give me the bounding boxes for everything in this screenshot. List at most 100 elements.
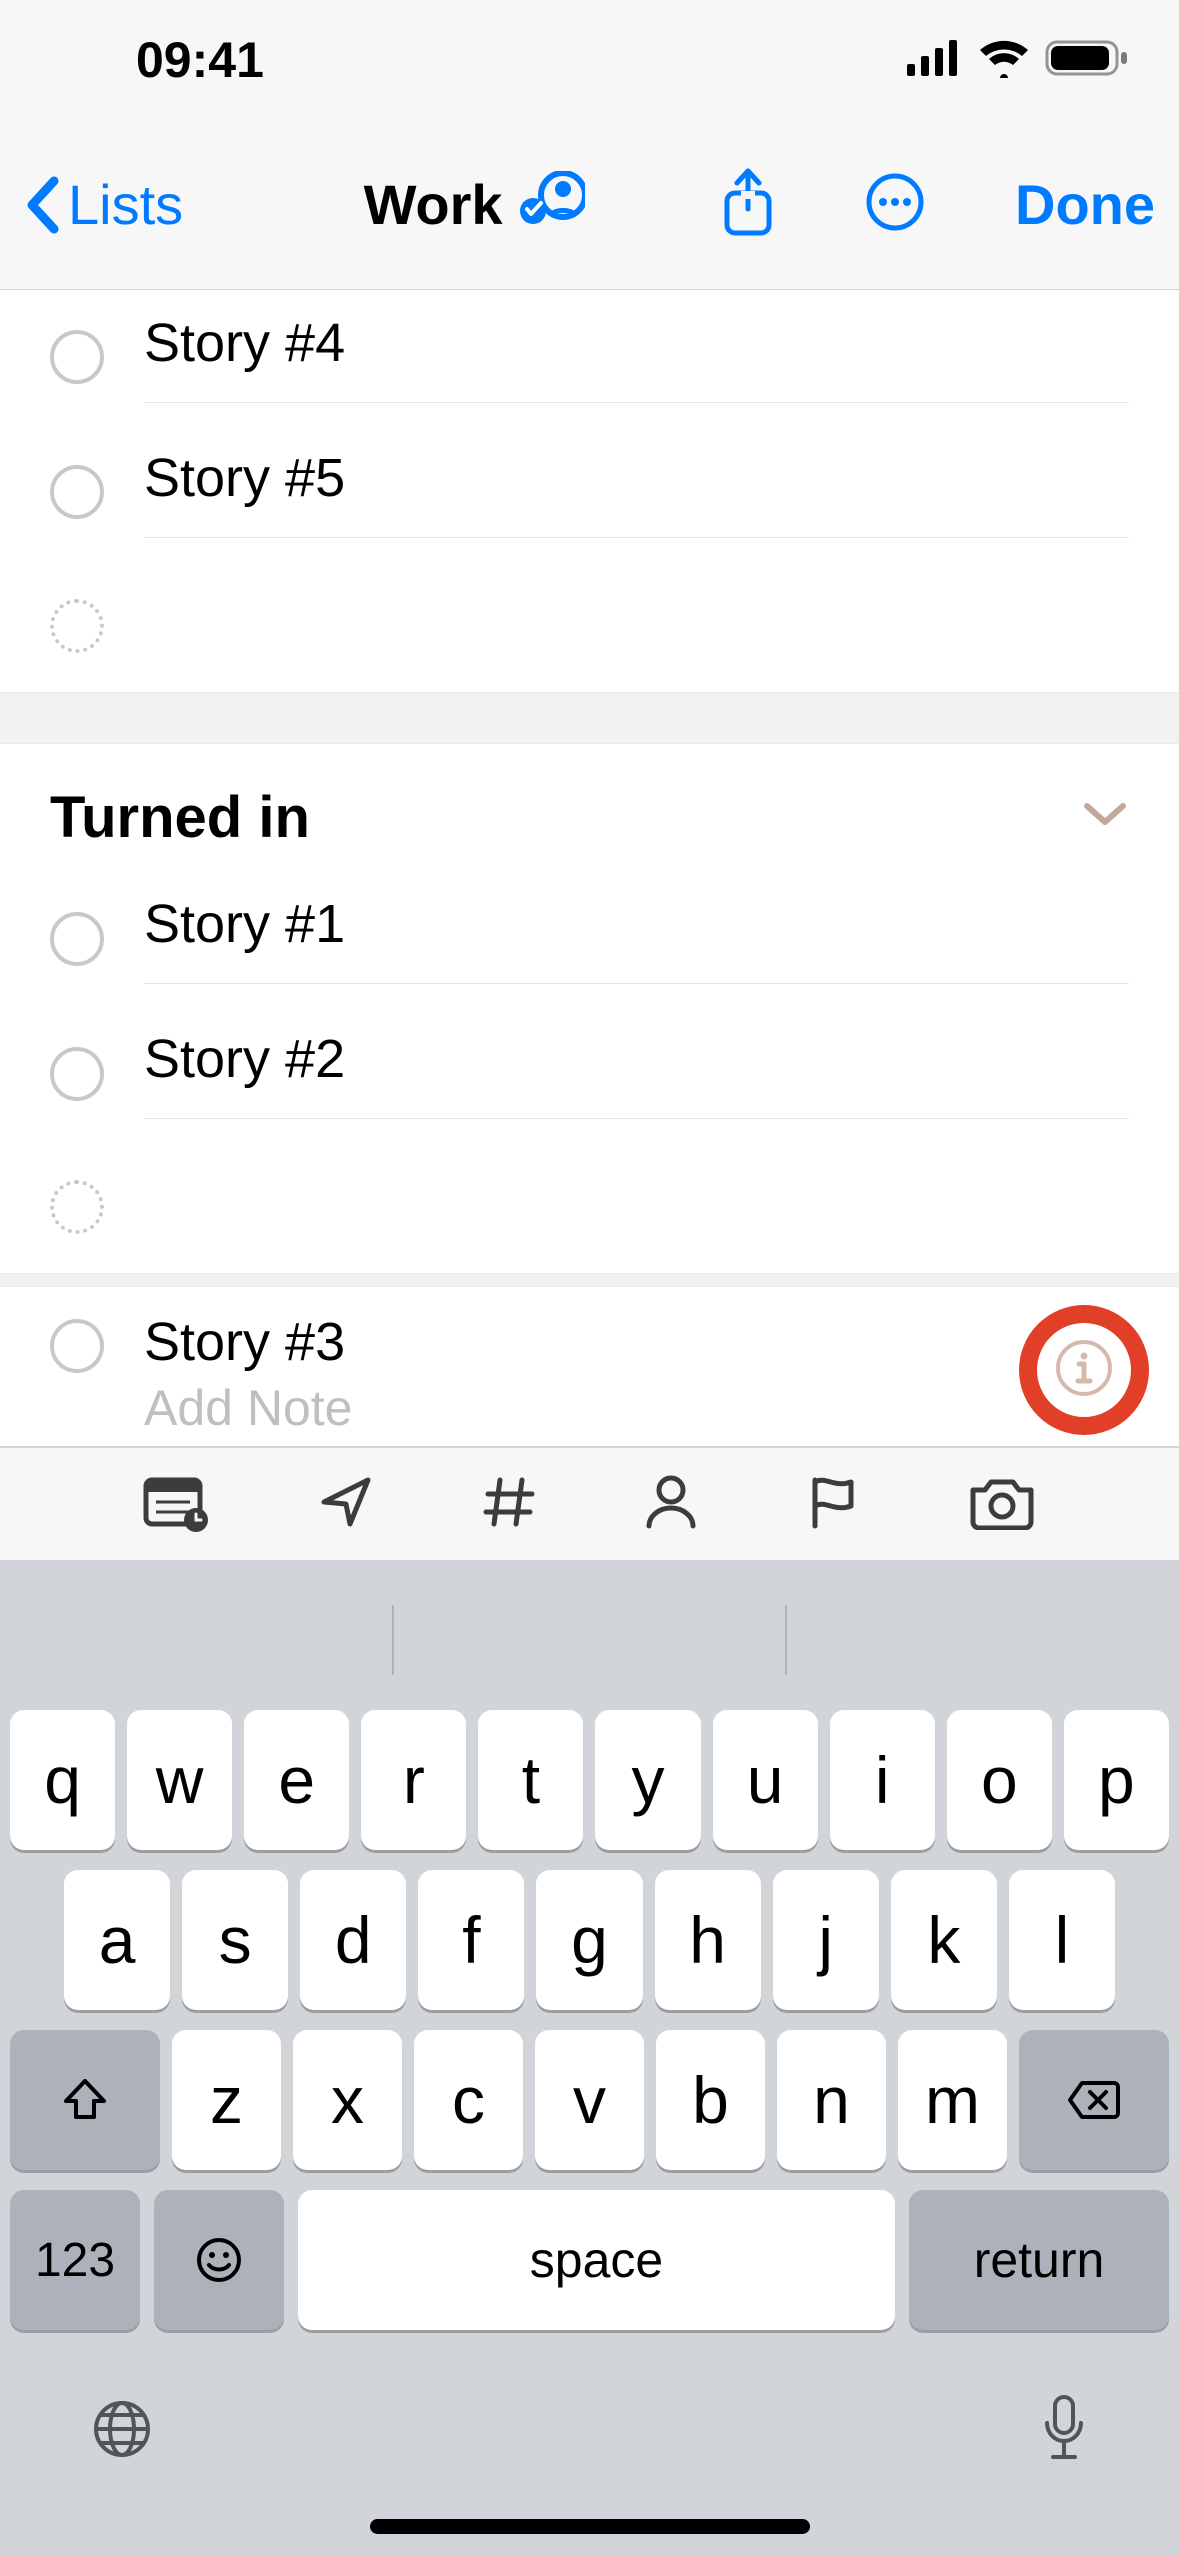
reminder-row-selected[interactable]: Story #3 Add Note [0, 1287, 1179, 1447]
key-u[interactable]: u [713, 1710, 818, 1850]
backspace-icon [1066, 2079, 1122, 2121]
location-icon [316, 1472, 376, 1532]
tag-button[interactable] [480, 1472, 540, 1537]
key-m[interactable]: m [898, 2030, 1007, 2170]
key-v[interactable]: v [535, 2030, 644, 2170]
info-button[interactable] [1055, 1339, 1113, 1402]
key-d[interactable]: d [300, 1870, 406, 2010]
reminder-title-input[interactable]: Story #3 [144, 1311, 1129, 1373]
emoji-icon [194, 2235, 244, 2285]
shared-icon[interactable] [519, 171, 585, 238]
nav-bar: Lists Work [0, 120, 1179, 290]
new-reminder-circle[interactable] [50, 1180, 104, 1234]
section-title: Turned in [50, 784, 310, 851]
key-x[interactable]: x [293, 2030, 402, 2170]
globe-button[interactable] [90, 2397, 154, 2466]
flag-icon [803, 1472, 863, 1532]
completion-circle[interactable] [50, 912, 104, 966]
info-icon [1055, 1339, 1113, 1397]
completion-circle[interactable] [50, 330, 104, 384]
completion-circle[interactable] [50, 465, 104, 519]
reminder-title[interactable]: Story #5 [144, 447, 1129, 509]
dictation-button[interactable] [1039, 2393, 1089, 2470]
key-k[interactable]: k [891, 1870, 997, 2010]
flag-button[interactable] [803, 1472, 863, 1537]
key-i[interactable]: i [830, 1710, 935, 1850]
reminder-title[interactable]: Story #4 [144, 312, 1129, 374]
key-c[interactable]: c [414, 2030, 523, 2170]
shift-icon [60, 2075, 110, 2125]
key-j[interactable]: j [773, 1870, 879, 2010]
completion-circle[interactable] [50, 1319, 104, 1373]
hashtag-icon [480, 1472, 540, 1532]
key-n[interactable]: n [777, 2030, 886, 2170]
chevron-down-icon[interactable] [1081, 800, 1129, 835]
section-separator [0, 1273, 1179, 1287]
chevron-left-icon [24, 175, 60, 235]
key-123[interactable]: 123 [10, 2190, 140, 2330]
keyboard-row-2: a s d f g h j k l [0, 1860, 1179, 2020]
reminder-row[interactable]: Story #5 [0, 425, 1179, 560]
info-button-highlight [1019, 1305, 1149, 1435]
new-reminder-row[interactable] [0, 560, 1179, 692]
keyboard-row-3: z x c v b n m [0, 2020, 1179, 2180]
add-note-input[interactable]: Add Note [144, 1379, 1129, 1437]
key-l[interactable]: l [1009, 1870, 1115, 2010]
key-r[interactable]: r [361, 1710, 466, 1850]
key-z[interactable]: z [172, 2030, 281, 2170]
key-backspace[interactable] [1019, 2030, 1169, 2170]
key-w[interactable]: w [127, 1710, 232, 1850]
quick-toolbar [0, 1447, 1179, 1560]
list-title: Work [364, 172, 503, 237]
key-return[interactable]: return [909, 2190, 1169, 2330]
camera-icon [967, 1474, 1037, 1530]
new-reminder-row[interactable] [0, 1141, 1179, 1273]
reminder-row[interactable]: Story #2 [0, 1006, 1179, 1141]
key-f[interactable]: f [418, 1870, 524, 2010]
status-time: 09:41 [136, 31, 264, 89]
key-p[interactable]: p [1064, 1710, 1169, 1850]
person-button[interactable] [643, 1472, 699, 1537]
back-button[interactable]: Lists [24, 172, 183, 237]
reminder-title[interactable]: Story #1 [144, 893, 1129, 955]
keyboard-suggestions[interactable] [0, 1580, 1179, 1700]
key-s[interactable]: s [182, 1870, 288, 2010]
battery-icon [1045, 38, 1129, 83]
key-a[interactable]: a [64, 1870, 170, 2010]
home-indicator[interactable] [370, 2519, 810, 2534]
section-header[interactable]: Turned in [0, 744, 1179, 871]
keyboard-row-1: q w e r t y u i o p [0, 1700, 1179, 1860]
reminder-title[interactable]: Story #2 [144, 1028, 1129, 1090]
camera-button[interactable] [967, 1474, 1037, 1535]
key-y[interactable]: y [595, 1710, 700, 1850]
reminder-row[interactable]: Story #1 [0, 871, 1179, 1006]
back-label: Lists [68, 172, 183, 237]
key-h[interactable]: h [655, 1870, 761, 2010]
location-button[interactable] [316, 1472, 376, 1537]
new-reminder-circle[interactable] [50, 599, 104, 653]
wifi-icon [977, 38, 1031, 83]
globe-icon [90, 2397, 154, 2461]
nav-title: Work [307, 171, 641, 238]
key-shift[interactable] [10, 2030, 160, 2170]
key-q[interactable]: q [10, 1710, 115, 1850]
completion-circle[interactable] [50, 1047, 104, 1101]
status-bar: 09:41 [0, 0, 1179, 120]
more-button[interactable] [865, 172, 925, 237]
reminder-row[interactable]: Story #4 [0, 290, 1179, 425]
key-g[interactable]: g [536, 1870, 642, 2010]
ellipsis-circle-icon [865, 172, 925, 232]
key-emoji[interactable] [154, 2190, 284, 2330]
person-icon [643, 1472, 699, 1532]
key-e[interactable]: e [244, 1710, 349, 1850]
key-o[interactable]: o [947, 1710, 1052, 1850]
done-button[interactable]: Done [1015, 172, 1155, 237]
list-content: Story #4 Story #5 Turned in Story #1 Sto… [0, 290, 1179, 2556]
share-button[interactable] [721, 167, 775, 242]
key-t[interactable]: t [478, 1710, 583, 1850]
calendar-button[interactable] [142, 1472, 212, 1537]
share-icon [721, 167, 775, 237]
key-b[interactable]: b [656, 2030, 765, 2170]
key-space[interactable]: space [298, 2190, 895, 2330]
microphone-icon [1039, 2393, 1089, 2465]
